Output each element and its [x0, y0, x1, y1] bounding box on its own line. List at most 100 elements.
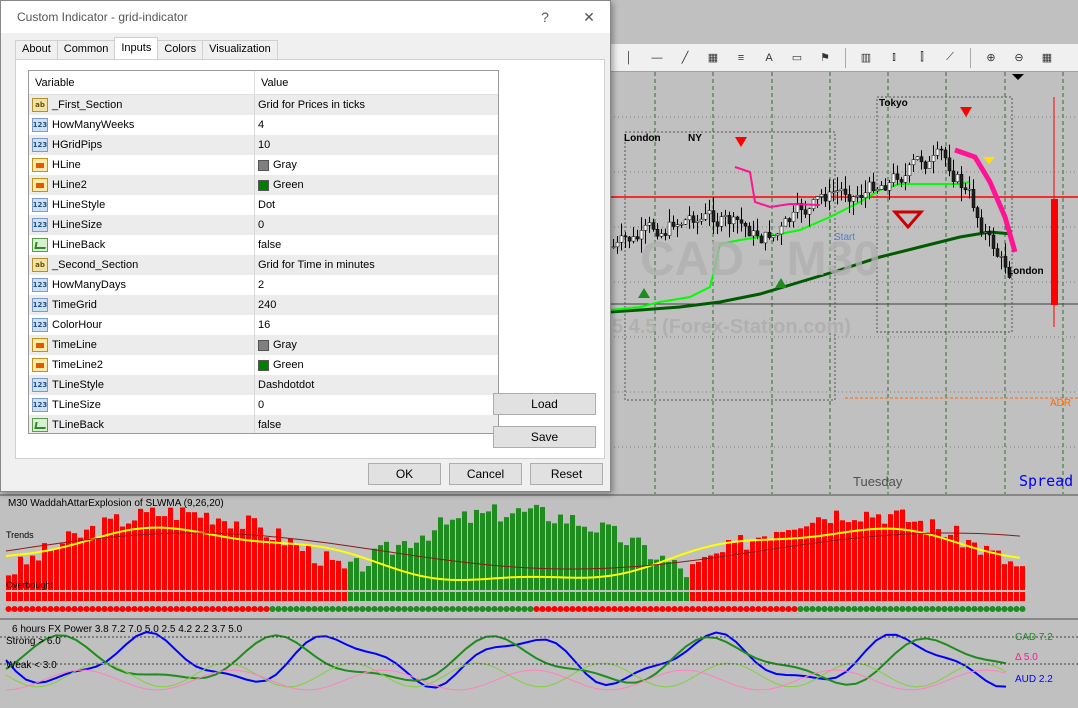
- grid-cell-value[interactable]: false: [255, 419, 498, 431]
- area-chart-icon[interactable]: ⟋: [939, 47, 961, 69]
- grid-row[interactable]: 123 HGridPips 10: [29, 135, 498, 155]
- trend-dot: [155, 606, 162, 612]
- zoom-out-icon[interactable]: ⊖: [1008, 47, 1030, 69]
- grid-cell-value[interactable]: Green: [255, 359, 498, 371]
- grid-cell-value[interactable]: 0: [255, 399, 498, 411]
- candle-body: [691, 215, 696, 223]
- channel-icon[interactable]: ▦: [702, 47, 724, 69]
- trend-square: [324, 592, 329, 601]
- indicator-pane-waddah[interactable]: M30 WaddahAttarExplosion of SLWMA (9,26,…: [0, 494, 1078, 618]
- ok-button[interactable]: OK: [368, 463, 441, 485]
- trend-dot: [71, 606, 78, 612]
- grid-cell-value[interactable]: 10: [255, 139, 498, 151]
- horizontal-line-icon[interactable]: —: [646, 47, 668, 69]
- histogram-bar: [948, 534, 953, 590]
- tab-visualization[interactable]: Visualization: [202, 40, 278, 59]
- trend-square: [72, 592, 77, 601]
- indicator-pane-fxpower[interactable]: 6 hours FX Power 3.8 7.2 7.0 5.0 2.5 4.2…: [0, 618, 1078, 708]
- trend-dot: [467, 606, 474, 612]
- numeric-param-icon: 123: [32, 378, 48, 392]
- grid-cell-value[interactable]: Grid for Time in minutes: [255, 259, 498, 271]
- tab-colors[interactable]: Colors: [157, 40, 204, 59]
- grid-row[interactable]: 123 HowManyWeeks 4: [29, 115, 498, 135]
- grid-cell-value[interactable]: 16: [255, 319, 498, 331]
- reset-button[interactable]: Reset: [530, 463, 603, 485]
- label-icon[interactable]: ▭: [786, 47, 808, 69]
- grid-row[interactable]: 123 TLineStyle Dashdotdot: [29, 375, 498, 395]
- grid-cell-value[interactable]: Grid for Prices in ticks: [255, 99, 498, 111]
- trend-dot: [863, 606, 870, 612]
- fibo-icon[interactable]: ≡: [730, 47, 752, 69]
- grid-row[interactable]: 123 HowManyDays 2: [29, 275, 498, 295]
- chart-shift-icon[interactable]: [1012, 74, 1024, 80]
- candle-chart-icon[interactable]: ⫾: [883, 47, 905, 69]
- tab-common[interactable]: Common: [56, 40, 116, 59]
- grid-row[interactable]: HLine Gray: [29, 155, 498, 175]
- load-button[interactable]: Load: [493, 393, 596, 415]
- line-chart-icon[interactable]: ⫿: [911, 47, 933, 69]
- grid-row[interactable]: HLineBack false: [29, 235, 498, 255]
- grid-cell-value[interactable]: 240: [255, 299, 498, 311]
- tile-windows-icon[interactable]: ▦: [1036, 47, 1058, 69]
- grid-cell-value[interactable]: Gray: [255, 339, 498, 351]
- trend-square: [366, 592, 371, 601]
- column-header-value[interactable]: Value: [255, 71, 498, 94]
- grid-cell-value[interactable]: Gray: [255, 159, 498, 171]
- grid-row[interactable]: TLineBack false: [29, 415, 498, 433]
- grid-cell-value[interactable]: 2: [255, 279, 498, 291]
- arrows-icon[interactable]: ⚑: [814, 47, 836, 69]
- histogram-bar: [222, 521, 227, 590]
- trend-square: [168, 592, 173, 601]
- histogram-bar: [840, 520, 845, 590]
- grid-row[interactable]: ab _First_Section Grid for Prices in ticks: [29, 95, 498, 115]
- grid-row[interactable]: 123 ColorHour 16: [29, 315, 498, 335]
- tab-inputs[interactable]: Inputs: [114, 37, 159, 59]
- dialog-titlebar[interactable]: Custom Indicator - grid-indicator ? ✕: [1, 1, 610, 33]
- grid-row[interactable]: TimeLine Gray: [29, 335, 498, 355]
- candle-body: [899, 179, 904, 183]
- cancel-button[interactable]: Cancel: [449, 463, 522, 485]
- close-icon[interactable]: ✕: [579, 7, 599, 27]
- column-header-variable[interactable]: Variable: [29, 71, 255, 94]
- session-ny-label: NY: [688, 133, 702, 144]
- grid-row[interactable]: 123 HLineSize 0: [29, 215, 498, 235]
- grid-row[interactable]: 123 TimeGrid 240: [29, 295, 498, 315]
- candle-body: [715, 221, 720, 227]
- grid-row[interactable]: HLine2 Green: [29, 175, 498, 195]
- candle-body: [919, 156, 924, 163]
- save-button[interactable]: Save: [493, 426, 596, 448]
- histogram-bar: [270, 540, 275, 590]
- trend-dot: [785, 606, 792, 612]
- crosshair-icon[interactable]: │: [618, 47, 640, 69]
- trendline-icon[interactable]: ╱: [674, 47, 696, 69]
- help-icon[interactable]: ?: [535, 7, 555, 27]
- text-icon[interactable]: A: [758, 47, 780, 69]
- trend-square: [174, 592, 179, 601]
- bar-chart-icon[interactable]: ▥: [855, 47, 877, 69]
- trend-square: [138, 592, 143, 601]
- trend-dot: [23, 606, 30, 612]
- grid-row[interactable]: 123 TLineSize 0: [29, 395, 498, 415]
- grid-cell-value[interactable]: 4: [255, 119, 498, 131]
- candle-body: [979, 217, 984, 233]
- tab-about[interactable]: About: [15, 40, 58, 59]
- grid-cell-value[interactable]: Green: [255, 179, 498, 191]
- histogram-bar: [732, 542, 737, 590]
- grid-row[interactable]: ab _Second_Section Grid for Time in minute…: [29, 255, 498, 275]
- trend-dot: [539, 606, 546, 612]
- candle-body: [987, 231, 992, 236]
- grid-row[interactable]: 123 HLineStyle Dot: [29, 195, 498, 215]
- trend-square: [954, 592, 959, 601]
- grid-cell-value[interactable]: Dot: [255, 199, 498, 211]
- trend-dot: [35, 606, 42, 612]
- zoom-in-icon[interactable]: ⊕: [980, 47, 1002, 69]
- trend-square: [738, 592, 743, 601]
- grid-cell-value[interactable]: 0: [255, 219, 498, 231]
- trend-square: [156, 592, 161, 601]
- grid-row[interactable]: TimeLine2 Green: [29, 355, 498, 375]
- grid-cell-value[interactable]: false: [255, 239, 498, 251]
- text-param-icon: ab: [32, 98, 48, 112]
- grid-cell-value[interactable]: Dashdotdot: [255, 379, 498, 391]
- trend-square: [876, 592, 881, 601]
- trend-dot: [803, 606, 810, 612]
